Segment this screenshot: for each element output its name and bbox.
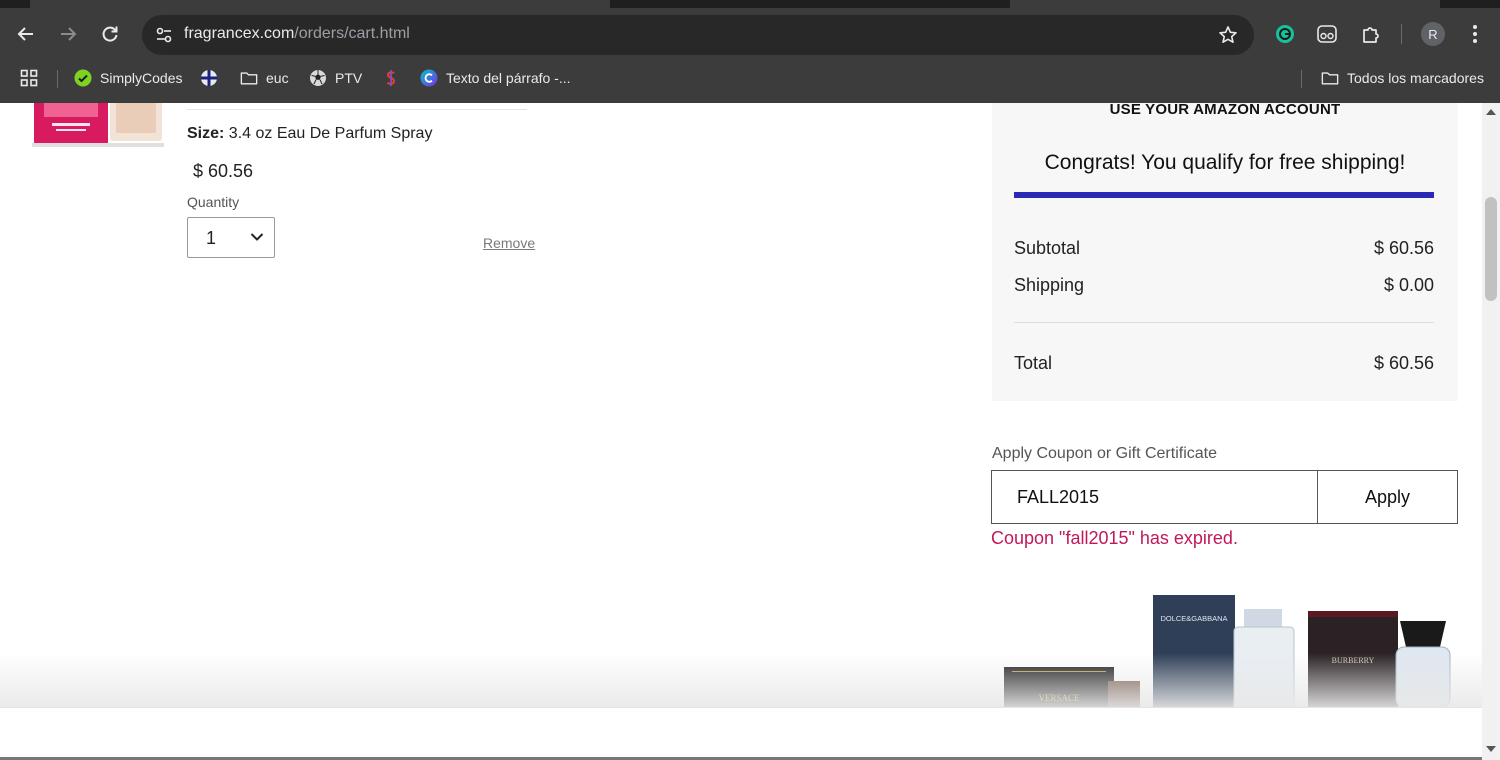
- apps-button[interactable]: [20, 66, 38, 90]
- url-text[interactable]: fragrancex.com/orders/cart.html: [184, 25, 410, 43]
- all-bookmarks-label: Todos los marcadores: [1347, 70, 1484, 86]
- bookmark-globe[interactable]: [200, 66, 218, 90]
- quantity-label: Quantity: [187, 194, 240, 210]
- address-bar[interactable]: fragrancex.com/orders/cart.html: [142, 15, 1254, 55]
- bookmark-canva[interactable]: Texto del párrafo -...: [420, 66, 571, 90]
- bookmark-folder-euc[interactable]: euc: [240, 66, 289, 90]
- profile-avatar[interactable]: R: [1421, 22, 1445, 46]
- back-arrow-icon: [17, 27, 33, 41]
- item-size: Size: 3.4 oz Eau De Parfum Spray: [187, 125, 432, 143]
- summary-divider: [1014, 322, 1434, 323]
- promo-brand-burberry: BURBERRY: [1332, 656, 1375, 665]
- bookmarks-bar: SimplyCodes euc PTV Texto del párrafo -.…: [0, 60, 1500, 96]
- bookmark-label: PTV: [335, 70, 363, 86]
- bookmarks-divider: [57, 70, 58, 88]
- total-value: $ 60.56: [1373, 353, 1434, 373]
- promo-banner[interactable]: VERSACE DOLCE&GABBANA BURBERRY: [1000, 591, 1460, 707]
- coupon-title: Apply Coupon or Gift Certificate: [992, 445, 1217, 462]
- subtotal-value: $ 60.56: [1373, 238, 1434, 258]
- url-path: /orders/cart.html: [294, 25, 410, 42]
- free-shipping-progress-fill: [1014, 192, 1434, 198]
- chevron-down-icon: [250, 233, 264, 241]
- subtotal-label: Subtotal: [1014, 238, 1081, 258]
- item-divider: [187, 109, 527, 110]
- tab-edge-left[interactable]: [30, 0, 610, 8]
- free-shipping-message: Congrats! You qualify for free shipping!: [1044, 151, 1406, 174]
- canva-icon: [420, 69, 438, 87]
- bookmark-label: SimplyCodes: [100, 70, 183, 86]
- all-bookmarks-button[interactable]: Todos los marcadores: [1321, 66, 1484, 90]
- reading-extension[interactable]: [1314, 21, 1340, 47]
- reload-icon: [102, 26, 118, 42]
- bookmarks-divider: [1301, 70, 1302, 88]
- bookmark-simplycodes[interactable]: SimplyCodes: [74, 66, 182, 90]
- scroll-up-arrow-icon[interactable]: [1486, 109, 1496, 115]
- grammarly-extension[interactable]: [1272, 21, 1298, 47]
- globe-grid-icon: [200, 69, 218, 87]
- folder-icon: [240, 69, 258, 87]
- site-info-button[interactable]: [150, 21, 178, 49]
- bookmark-ptv[interactable]: PTV: [309, 66, 362, 90]
- scrollbar-thumb[interactable]: [1485, 197, 1497, 301]
- url-domain: fragrancex.com: [184, 25, 295, 42]
- apps-grid-icon: [20, 69, 38, 87]
- bookmark-dollar[interactable]: [382, 66, 400, 90]
- promo-brand-dg: DOLCE&GABBANA: [1160, 614, 1227, 623]
- simplycodes-icon: [74, 69, 92, 87]
- reload-button[interactable]: [96, 20, 124, 48]
- toolbar-divider: [1401, 24, 1402, 44]
- puzzle-piece-icon: [1363, 27, 1379, 43]
- size-value: 3.4 oz Eau De Parfum Spray: [228, 125, 433, 142]
- grammarly-icon: [1276, 25, 1294, 43]
- promo-brand-versace: VERSACE: [1038, 693, 1080, 703]
- bookmark-label: euc: [266, 70, 289, 86]
- forward-button[interactable]: [54, 20, 82, 48]
- page-scrollbar[interactable]: [1482, 103, 1500, 760]
- bookmark-star-button[interactable]: [1216, 23, 1240, 47]
- browser-bottom-area: [0, 707, 1482, 760]
- quantity-value: 1: [206, 228, 217, 248]
- shipping-label: Shipping: [1014, 275, 1085, 295]
- total-label: Total: [1014, 353, 1053, 373]
- size-label: Size:: [187, 125, 225, 142]
- bookmark-label: Texto del párrafo -...: [446, 70, 571, 86]
- glasses-extension-icon: [1317, 25, 1337, 43]
- star-icon: [1219, 26, 1237, 43]
- order-summary: USE YOUR AMAZON ACCOUNT Congrats! You qu…: [992, 103, 1458, 401]
- tune-icon: [156, 27, 172, 43]
- remove-item-link[interactable]: Remove: [483, 235, 535, 251]
- free-shipping-progress: [1014, 192, 1434, 198]
- product-image[interactable]: [30, 103, 166, 147]
- browser-toolbar: fragrancex.com/orders/cart.html R: [0, 8, 1500, 60]
- coupon-input[interactable]: [991, 470, 1318, 524]
- folder-icon: [1321, 69, 1339, 87]
- item-price: $ 60.56: [193, 161, 254, 181]
- quantity-select[interactable]: 1: [187, 217, 275, 258]
- extensions-button[interactable]: [1358, 21, 1384, 47]
- soccer-ball-icon: [309, 69, 327, 87]
- browser-chrome: fragrancex.com/orders/cart.html R Simply…: [0, 0, 1500, 103]
- browser-menu-button[interactable]: [1462, 21, 1488, 47]
- kebab-menu-icon: [1473, 25, 1477, 43]
- scroll-down-arrow-icon[interactable]: [1486, 746, 1496, 752]
- dollar-icon: [382, 69, 400, 87]
- amazon-account-link[interactable]: USE YOUR AMAZON ACCOUNT: [992, 103, 1458, 118]
- cart-page: Size: 3.4 oz Eau De Parfum Spray $ 60.56…: [0, 103, 1482, 707]
- apply-coupon-button[interactable]: Apply: [1317, 470, 1458, 524]
- shipping-value: $ 0.00: [1383, 275, 1434, 295]
- tab-strip: [0, 0, 1500, 8]
- back-button[interactable]: [12, 20, 40, 48]
- forward-arrow-icon: [61, 27, 77, 41]
- tab-edge-right[interactable]: [1010, 0, 1440, 8]
- coupon-error-message: Coupon "fall2015" has expired.: [991, 528, 1238, 548]
